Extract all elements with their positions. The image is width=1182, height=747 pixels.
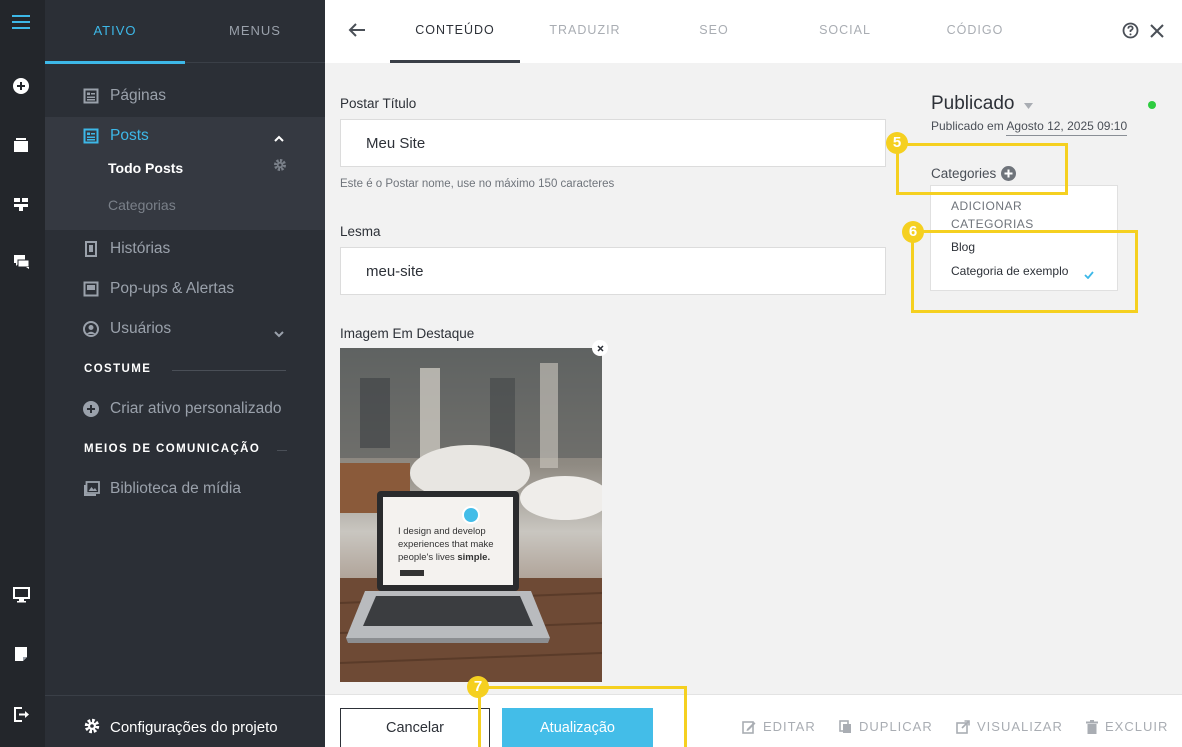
sidebar-item-label: Posts (110, 127, 149, 144)
tab-menus[interactable]: MENUS (185, 0, 325, 63)
story-icon (82, 240, 100, 258)
published-on: Publicado em Agosto 12, 2025 09:10 (931, 119, 1128, 136)
featured-image-label: Imagem Em Destaque (340, 326, 475, 341)
add-circle-icon[interactable] (10, 75, 32, 97)
duplicate-action[interactable]: DUPLICAR (839, 719, 933, 734)
sidebar-item-label: Histórias (110, 240, 171, 257)
sidebar-item-todo-posts[interactable]: Todo Posts (108, 160, 183, 176)
sidebar: ATIVO MENUS Páginas Posts Todo Posts Cat… (45, 0, 325, 747)
chevron-up-icon[interactable] (274, 130, 284, 148)
featured-image[interactable]: I design and develop experiences that ma… (340, 348, 602, 682)
svg-text:experiences that make: experiences that make (398, 539, 494, 550)
preview-action[interactable]: VISUALIZAR (956, 719, 1063, 734)
sidebar-item-paginas[interactable]: Páginas (82, 84, 166, 108)
sidebar-item-label: Usuários (110, 320, 172, 337)
svg-text:I design and develop: I design and develop (398, 526, 486, 537)
sidebar-tabs: ATIVO MENUS (45, 0, 325, 64)
sidebar-item-usuarios[interactable]: Usuários (82, 317, 171, 341)
delete-label: EXCLUIR (1105, 719, 1169, 734)
sidebar-item-categorias[interactable]: Categorias (108, 197, 176, 213)
external-link-icon (956, 719, 970, 734)
page-icon (82, 87, 100, 105)
menu-icon[interactable] (10, 11, 32, 33)
duplicate-label: DUPLICAR (859, 719, 933, 734)
highlight-box-7 (478, 686, 687, 747)
status-dot (1148, 101, 1156, 109)
sidebar-item-biblioteca[interactable]: Biblioteca de mídia (82, 477, 241, 501)
sidebar-item-posts[interactable]: Posts (82, 124, 149, 148)
sidebar-item-label: Criar ativo personalizado (110, 400, 282, 417)
caret-down-icon (1023, 93, 1033, 115)
back-arrow-icon[interactable] (348, 22, 366, 43)
sidebar-item-historias[interactable]: Histórias (82, 237, 170, 261)
add-circle-icon (82, 400, 100, 418)
sidebar-item-label: Biblioteca de mídia (110, 480, 241, 497)
post-title-hint: Este é o Postar nome, use no máximo 150 … (340, 178, 615, 190)
desktop-monitor-icon[interactable] (10, 584, 32, 606)
icon-rail (0, 0, 45, 747)
tab-traduzir[interactable]: TRADUZIR (535, 0, 635, 63)
comments-icon[interactable] (10, 251, 32, 273)
note-icon[interactable] (10, 643, 32, 665)
cancel-button[interactable]: Cancelar (340, 708, 490, 747)
remove-image-icon[interactable] (592, 340, 608, 356)
sidebar-item-label: Pop-ups & Alertas (110, 280, 235, 297)
annotation-badge-6: 6 (902, 221, 924, 243)
trash-icon (1086, 719, 1098, 734)
tab-social[interactable]: SOCIAL (805, 0, 885, 63)
pages-stack-icon[interactable] (10, 134, 32, 156)
duplicate-icon (839, 719, 851, 733)
editor-tabs-bar: CONTEÚDO TRADUZIR SEO SOCIAL CÓDIGO (325, 0, 1182, 63)
edit-label: EDITAR (763, 719, 816, 734)
chevron-down-icon[interactable] (274, 325, 284, 343)
tab-codigo[interactable]: CÓDIGO (935, 0, 1015, 63)
annotation-badge-7: 7 (467, 676, 489, 698)
close-icon[interactable] (1149, 23, 1165, 44)
section-costume: COSTUME (84, 363, 152, 375)
post-title-label: Postar Título (340, 96, 417, 111)
publish-status[interactable]: Publicado (931, 93, 1033, 115)
help-icon[interactable] (1122, 22, 1139, 44)
annotation-badge-5: 5 (886, 132, 908, 154)
tab-conteudo[interactable]: CONTEÚDO (390, 0, 520, 63)
posts-icon (82, 127, 100, 145)
tab-seo[interactable]: SEO (684, 0, 744, 63)
highlight-box-6 (911, 230, 1138, 313)
logout-icon[interactable] (10, 703, 32, 725)
tab-ativo[interactable]: ATIVO (45, 0, 185, 64)
sidebar-item-criar-ativo[interactable]: Criar ativo personalizado (82, 397, 281, 421)
gear-icon[interactable] (273, 158, 287, 177)
preview-label: VISUALIZAR (977, 719, 1063, 734)
laptop-cafe-photo: I design and develop experiences that ma… (340, 348, 602, 682)
sidebar-item-label: Páginas (110, 87, 167, 104)
media-library-icon (82, 480, 100, 498)
highlight-box-5 (896, 143, 1068, 195)
published-on-label: Publicado em (931, 119, 1004, 133)
edit-action[interactable]: EDITAR (742, 719, 816, 734)
divider (172, 370, 286, 371)
publish-status-label: Publicado (931, 93, 1015, 115)
publish-date[interactable]: Agosto 12, 2025 09:10 (1006, 119, 1128, 136)
slug-label: Lesma (340, 224, 381, 239)
gear-icon (84, 718, 100, 739)
project-settings-label: Configurações do projeto (110, 719, 278, 736)
popup-icon (82, 280, 100, 298)
svg-text:people's lives simple.: people's lives simple. (398, 552, 490, 563)
edit-icon (742, 720, 756, 734)
project-settings[interactable]: Configurações do projeto (45, 695, 325, 747)
slug-input[interactable]: meu-site (340, 247, 886, 295)
delete-action[interactable]: EXCLUIR (1086, 719, 1168, 734)
add-categories-option[interactable]: ADICIONAR CATEGORIAS (951, 197, 1101, 233)
divider (277, 450, 287, 451)
user-circle-icon (82, 320, 100, 338)
layout-blocks-icon[interactable] (10, 193, 32, 215)
post-title-input[interactable]: Meu Site (340, 119, 886, 167)
sidebar-item-popups[interactable]: Pop-ups & Alertas (82, 277, 234, 301)
section-meios: MEIOS DE COMUNICAÇÃO (84, 443, 261, 455)
